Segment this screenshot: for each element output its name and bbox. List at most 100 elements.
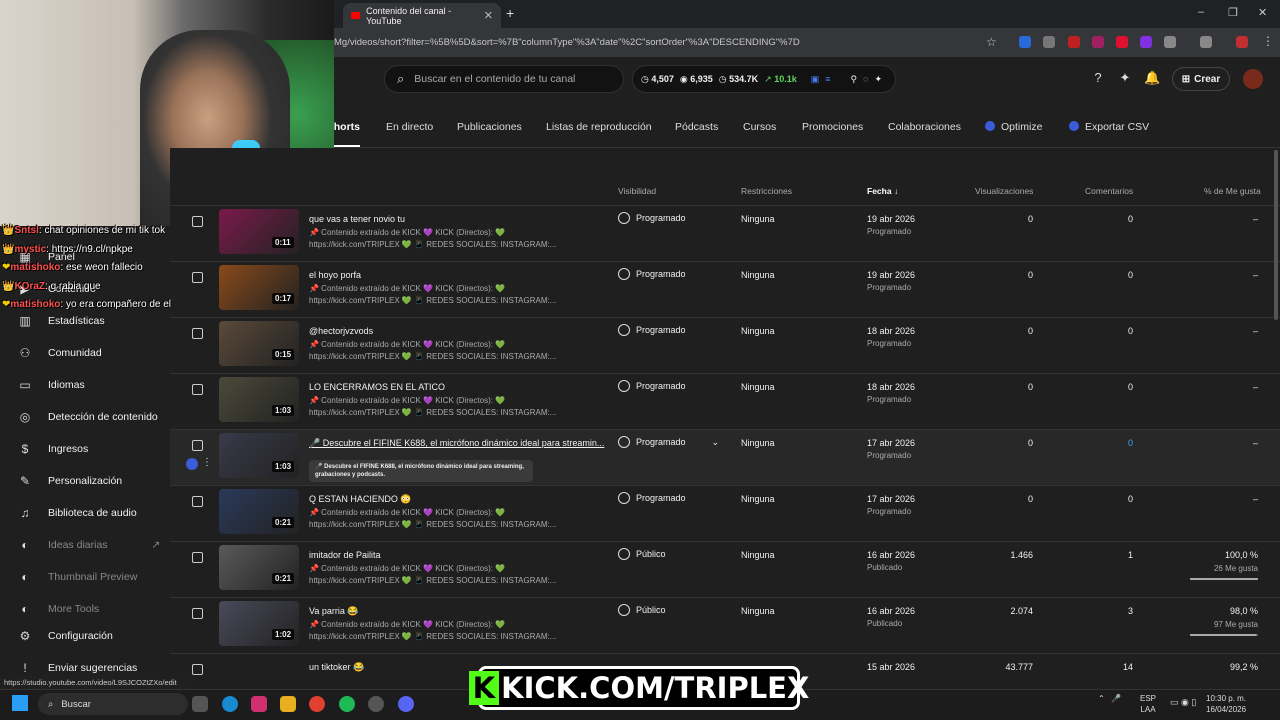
tab-shorts[interactable]: Shorts: [334, 121, 360, 133]
table-row[interactable]: 0:11 que vas a tener novio tu 📌 Contenido …: [170, 206, 1280, 262]
sidebar-item-more-tools[interactable]: ◐ More Tools: [18, 602, 99, 616]
edge-icon[interactable]: [222, 696, 238, 712]
profile-icon[interactable]: [1200, 36, 1212, 48]
video-title[interactable]: @hectorjvzvods: [309, 326, 373, 336]
sidebar-item-feedback[interactable]: ! Enviar sugerencias: [18, 661, 137, 675]
comments-value[interactable]: 0: [1070, 214, 1133, 224]
help-icon[interactable]: ?: [1090, 70, 1106, 86]
close-icon[interactable]: ✕: [484, 9, 493, 22]
extension-icon[interactable]: [1236, 36, 1248, 48]
visibility-select[interactable]: Programado: [618, 324, 686, 336]
visibility-select[interactable]: Público: [618, 604, 666, 616]
visibility-select[interactable]: Programado: [618, 212, 686, 224]
tool-icon[interactable]: ▣: [811, 74, 820, 85]
sparkle-icon[interactable]: ✦: [874, 74, 882, 85]
search-input[interactable]: ⌕ Buscar en el contenido de tu canal: [384, 65, 624, 93]
comments-value[interactable]: 14: [1070, 662, 1133, 672]
export-csv-button[interactable]: Exportar CSV: [1069, 121, 1149, 133]
chrome-icon[interactable]: [309, 696, 325, 712]
video-title[interactable]: que vas a tener novio tu: [309, 214, 405, 224]
extension-icon[interactable]: [1116, 36, 1128, 48]
row-checkbox[interactable]: [192, 328, 203, 339]
extension-badge-icon[interactable]: [186, 458, 198, 470]
col-restrictions[interactable]: Restricciones: [741, 186, 792, 196]
clock[interactable]: 10:30 p. m. 16/04/2026: [1206, 693, 1246, 715]
window-close-icon[interactable]: ✕: [1258, 6, 1267, 19]
col-date[interactable]: Fecha ↓: [867, 186, 898, 196]
sidebar-item-audio-library[interactable]: ♫ Biblioteca de audio: [18, 506, 137, 520]
table-row[interactable]: 0:21 Q ESTAN HACIENDO 😳 📌 Contenido extraí…: [170, 486, 1280, 542]
comments-value[interactable]: 0: [1070, 382, 1133, 392]
col-likes[interactable]: % de Me gusta: [1204, 186, 1261, 196]
table-row[interactable]: 1:03 LO ENCERRAMOS EN EL ATICO 📌 Contenido…: [170, 374, 1280, 430]
avatar[interactable]: [1243, 69, 1263, 89]
video-title[interactable]: Va parria 😂: [309, 606, 359, 617]
optimize-button[interactable]: Optimize: [985, 121, 1042, 133]
row-checkbox[interactable]: [192, 384, 203, 395]
row-checkbox[interactable]: [192, 552, 203, 563]
url-text[interactable]: Mg/videos/short?filter=%5B%5D&sort=%7B"c…: [334, 37, 800, 48]
windows-start-icon[interactable]: [12, 695, 28, 711]
star-icon[interactable]: ☆: [986, 35, 997, 49]
row-checkbox[interactable]: [192, 608, 203, 619]
sidebar-item-daily-ideas[interactable]: ◐ Ideas diarias ↗: [18, 538, 160, 552]
col-views[interactable]: Visualizaciones: [975, 186, 1033, 196]
comments-value[interactable]: 0: [1070, 326, 1133, 336]
comments-value[interactable]: 3: [1070, 606, 1133, 616]
taskbar-search[interactable]: ⌕ Buscar: [38, 693, 188, 715]
instagram-icon[interactable]: [251, 696, 267, 712]
extension-icon[interactable]: [1019, 36, 1031, 48]
tab-collaborations[interactable]: Colaboraciones: [888, 121, 961, 133]
comments-value[interactable]: 0: [1070, 494, 1133, 504]
comments-value[interactable]: 0: [1070, 270, 1133, 280]
tool-icon[interactable]: ⚲: [851, 74, 858, 85]
visibility-select[interactable]: Público: [618, 548, 666, 560]
discord-icon[interactable]: [398, 696, 414, 712]
tab-courses[interactable]: Cursos: [743, 121, 776, 133]
table-row[interactable]: 1:02 Va parria 😂 📌 Contenido extraído de K…: [170, 598, 1280, 654]
col-visibility[interactable]: Visibilidad: [618, 186, 656, 196]
table-row[interactable]: 1:03 🎤 Descubre el FIFINE K688, el micróf…: [170, 430, 1280, 486]
sparkle-icon[interactable]: ✦: [1117, 70, 1133, 86]
video-title[interactable]: Q ESTAN HACIENDO 😳: [309, 494, 412, 505]
sidebar-item-analytics[interactable]: ▥ Estadísticas: [18, 314, 104, 328]
row-checkbox[interactable]: [192, 440, 203, 451]
row-checkbox[interactable]: [192, 272, 203, 283]
video-title[interactable]: imitador de Pailita: [309, 550, 381, 560]
comments-value[interactable]: 0: [1070, 438, 1133, 448]
sidebar-item-customization[interactable]: ✎ Personalización: [18, 474, 122, 488]
browser-tab[interactable]: Contenido del canal - YouTube ✕: [343, 3, 501, 28]
obs-icon[interactable]: [368, 696, 384, 712]
video-title[interactable]: 🎤 Descubre el FIFINE K688, el micrófono …: [309, 438, 604, 449]
visibility-select[interactable]: Programado ⌄: [618, 436, 719, 448]
sidebar-item-earn[interactable]: $ Ingresos: [18, 442, 89, 456]
new-tab-icon[interactable]: +: [506, 5, 514, 21]
bell-icon[interactable]: 🔔: [1144, 70, 1160, 86]
sidebar-item-settings[interactable]: ⚙ Configuración: [18, 629, 113, 643]
table-row[interactable]: 0:17 el hoyo porfa 📌 Contenido extraído de…: [170, 262, 1280, 318]
maximize-icon[interactable]: ❐: [1228, 6, 1238, 19]
table-row[interactable]: 0:15 @hectorjvzvods 📌 Contenido extraído d…: [170, 318, 1280, 374]
sidebar-item-thumbnail-preview[interactable]: ◐ Thumbnail Preview: [18, 570, 137, 584]
video-title[interactable]: el hoyo porfa: [309, 270, 361, 280]
tab-posts[interactable]: Publicaciones: [457, 121, 522, 133]
more-options-icon[interactable]: ⋮: [202, 457, 212, 468]
extension-icon[interactable]: [1043, 36, 1055, 48]
video-title[interactable]: un tiktoker 😂: [309, 662, 364, 673]
chat-icon[interactable]: ◌: [863, 74, 868, 84]
row-checkbox[interactable]: [192, 496, 203, 507]
col-comments[interactable]: Comentarios: [1085, 186, 1133, 196]
folder-icon[interactable]: [280, 696, 296, 712]
row-checkbox[interactable]: [192, 216, 203, 227]
spotify-icon[interactable]: [339, 696, 355, 712]
table-row[interactable]: 0:21 imitador de Pailita 📌 Contenido extra…: [170, 542, 1280, 598]
tab-podcasts[interactable]: Pódcasts: [675, 121, 718, 133]
puzzle-icon[interactable]: [1164, 36, 1176, 48]
network-volume-icons[interactable]: ▭ ◉ ▯: [1170, 697, 1196, 708]
visibility-select[interactable]: Programado: [618, 492, 686, 504]
video-title[interactable]: LO ENCERRAMOS EN EL ATICO: [309, 382, 445, 392]
row-checkbox[interactable]: [192, 664, 203, 675]
sidebar-item-detection[interactable]: ◎ Detección de contenido: [18, 410, 158, 424]
tab-live[interactable]: En directo: [386, 121, 433, 133]
minimize-icon[interactable]: –: [1198, 6, 1204, 18]
